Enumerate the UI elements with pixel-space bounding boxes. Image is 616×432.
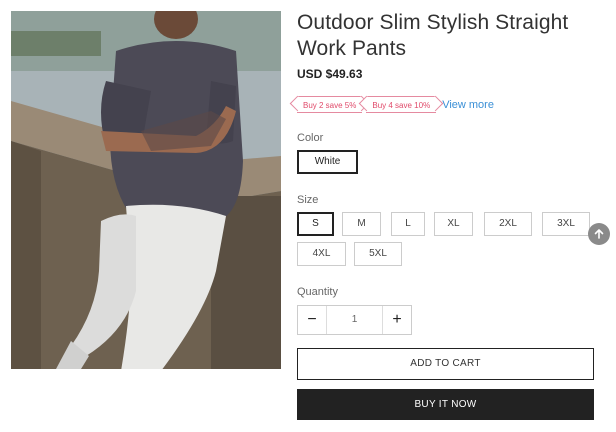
size-option-3xl[interactable]: 3XL	[542, 212, 590, 236]
product-image[interactable]	[11, 11, 281, 369]
size-option-l[interactable]: L	[391, 212, 425, 236]
size-label: Size	[297, 194, 319, 206]
buy-it-now-button[interactable]: BUY IT NOW	[297, 389, 594, 420]
quantity-stepper: − 1 +	[297, 305, 412, 335]
size-option-m[interactable]: M	[342, 212, 381, 236]
color-option-white[interactable]: White	[297, 150, 358, 174]
promo-row: Buy 2 save 5% Buy 4 save 10% View more	[297, 96, 494, 113]
quantity-decrease-button[interactable]: −	[298, 306, 326, 334]
arrow-up-icon	[594, 229, 604, 239]
promo-tag-buy-2[interactable]: Buy 2 save 5%	[297, 96, 363, 113]
promo-tag-buy-4[interactable]: Buy 4 save 10%	[366, 96, 437, 113]
size-option-xl[interactable]: XL	[434, 212, 473, 236]
product-price: USD $49.63	[297, 67, 363, 81]
view-more-link[interactable]: View more	[442, 99, 494, 111]
product-photo-illustration	[11, 11, 281, 369]
add-to-cart-button[interactable]: ADD TO CART	[297, 348, 594, 380]
quantity-input[interactable]: 1	[326, 306, 383, 334]
scroll-to-top-button[interactable]	[588, 223, 610, 245]
size-option-4xl[interactable]: 4XL	[297, 242, 346, 266]
quantity-label: Quantity	[297, 286, 338, 298]
product-title: Outdoor Slim Stylish Straight Work Pants	[297, 11, 569, 60]
quantity-increase-button[interactable]: +	[383, 306, 411, 334]
size-option-5xl[interactable]: 5XL	[354, 242, 402, 266]
size-option-s[interactable]: S	[297, 212, 334, 236]
size-option-2xl[interactable]: 2XL	[484, 212, 532, 236]
color-label: Color	[297, 132, 324, 144]
